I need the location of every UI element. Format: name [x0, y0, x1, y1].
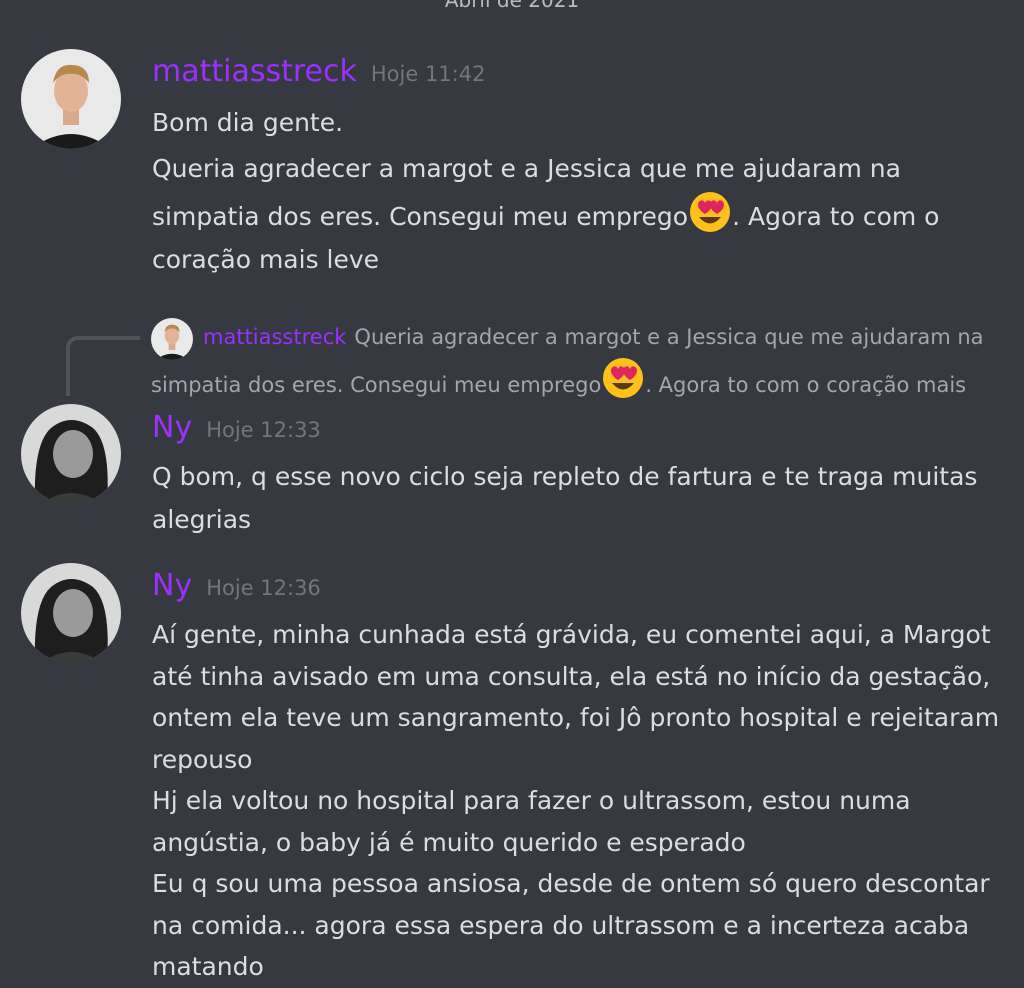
username[interactable]: mattiasstreck [152, 54, 357, 89]
timestamp: Hoje 12:33 [206, 418, 321, 442]
message-line: Q bom, q esse novo ciclo seja repleto de… [152, 462, 978, 534]
avatar[interactable] [21, 404, 121, 504]
reply-connector [66, 336, 140, 396]
message-header: Ny Hoje 12:33 [152, 410, 321, 445]
heart-eyes-emoji-icon [688, 190, 732, 234]
reply-username[interactable]: mattiasstreck [203, 325, 346, 349]
avatar[interactable] [21, 49, 121, 149]
timestamp: Hoje 11:42 [370, 62, 486, 86]
avatar[interactable] [21, 563, 121, 663]
username[interactable]: Ny [152, 410, 192, 445]
message-paragraph: Aí gente, minha cunhada está grávida, eu… [152, 620, 1000, 774]
message-content: Bom dia gente. Queria agradecer a margot… [152, 101, 1012, 281]
reply-preview[interactable]: mattiasstreck Queria agradecer a margot e… [151, 318, 1011, 404]
message-paragraph: Hj ela voltou no hospital para fazer o u… [152, 786, 911, 857]
date-divider: Abril de 2021 [444, 0, 580, 12]
message-content: Q bom, q esse novo ciclo seja repleto de… [152, 455, 1012, 541]
message-line: Queria agradecer a margot e a Jessica qu… [152, 147, 1012, 281]
message-header: Ny Hoje 12:36 [152, 568, 321, 603]
reply-text: . Agora to com o coração mais [645, 373, 967, 397]
message-header: mattiasstreck Hoje 11:42 [152, 54, 485, 89]
message-line: Bom dia gente. [152, 108, 344, 137]
reply-avatar [151, 318, 193, 360]
message-content: Aí gente, minha cunhada está grávida, eu… [152, 614, 1012, 988]
username[interactable]: Ny [152, 568, 192, 603]
timestamp: Hoje 12:36 [206, 576, 321, 600]
heart-eyes-emoji-icon [601, 356, 645, 400]
